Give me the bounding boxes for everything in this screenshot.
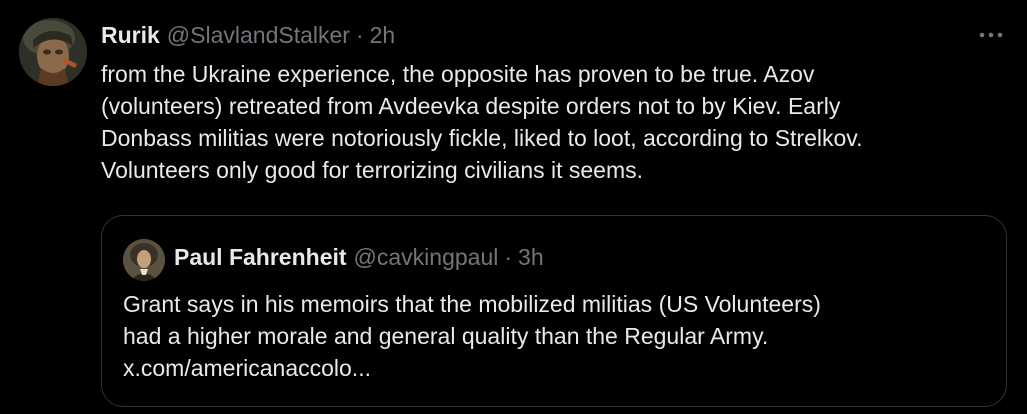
separator-dot: · [355,21,364,48]
tweet-header: Rurik @SlavlandStalker · 2h [101,20,395,50]
avatar-image [19,18,87,86]
quoted-avatar-image [123,239,165,281]
quoted-author-avatar[interactable] [123,239,165,281]
tweet-text: from the Ukraine experience, the opposit… [101,61,863,183]
more-horizontal-icon [979,32,1003,38]
tweet[interactable]: Rurik @SlavlandStalker · 2h from the Ukr… [0,0,1027,414]
quoted-tweet-header: Paul Fahrenheit @cavkingpaul · 3h [174,242,544,272]
avatar[interactable] [19,18,87,86]
quoted-tweet-card[interactable]: Paul Fahrenheit @cavkingpaul · 3h Grant … [101,215,1007,407]
quoted-tweet-timestamp[interactable]: 3h [518,244,544,271]
quoted-author-handle[interactable]: @cavkingpaul [354,244,499,271]
quoted-separator-dot: · [504,243,513,270]
quoted-author-display-name[interactable]: Paul Fahrenheit [174,244,347,271]
author-display-name[interactable]: Rurik [101,22,160,49]
author-handle[interactable]: @SlavlandStalker [167,22,350,49]
quoted-tweet-text: Grant says in his memoirs that the mobil… [123,291,821,381]
tweet-timestamp[interactable]: 2h [370,22,396,49]
more-button[interactable] [972,22,1010,48]
